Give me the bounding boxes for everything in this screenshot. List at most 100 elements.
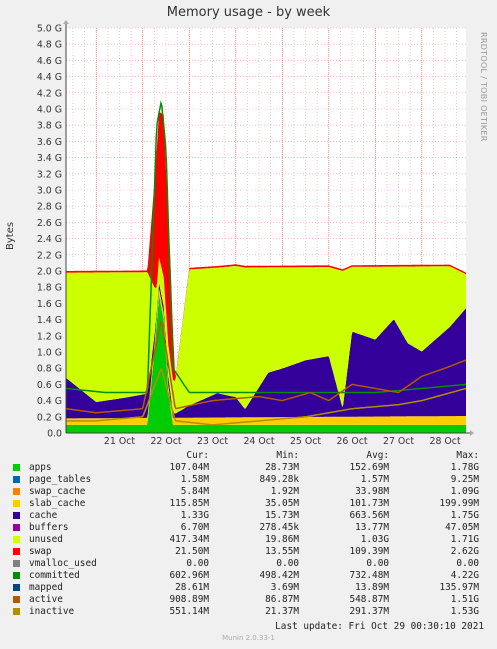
legend-name: swap <box>29 546 52 557</box>
legend-name: buffers <box>29 522 69 533</box>
y-tick-label: 2.0 G <box>37 267 62 278</box>
x-tick-label: 21 Oct <box>104 436 135 447</box>
memory-chart: 0.0 0.2 G 0.4 G 0.6 G 0.8 G 1.0 G 1.2 G 1.4 G 1.… <box>37 20 474 447</box>
legend-cur: 0.00 <box>186 558 209 569</box>
legend-avg: 663.56M <box>349 510 389 521</box>
legend-cur: 107.04M <box>169 462 209 473</box>
y-tick-label: 2.2 G <box>37 250 62 261</box>
legend-swatch <box>13 596 20 603</box>
y-tick-label: 3.2 G <box>37 169 62 180</box>
legend-max: 4.22G <box>450 570 479 581</box>
y-tick-label: 4.8 G <box>37 40 62 51</box>
legend-avg: 1.57M <box>360 474 389 485</box>
y-tick-label: 0.8 G <box>37 364 62 375</box>
y-tick-label: 0.0 <box>47 429 62 440</box>
legend-cur: 551.14M <box>169 606 209 617</box>
legend-name: unused <box>29 534 63 545</box>
legend-min: 19.86M <box>265 534 299 545</box>
legend-rows: apps 107.04M 28.73M 152.69M 1.78G page_tables… <box>8 462 490 618</box>
y-tick-label: 0.6 G <box>37 380 62 391</box>
legend-min: 28.73M <box>265 462 299 473</box>
legend-avg: 152.69M <box>349 462 389 473</box>
legend-header: . Cur: Min: Avg: Max: <box>8 450 490 462</box>
legend-cur: 1.33G <box>180 510 209 521</box>
legend-row: slab_cache 115.85M 35.05M 101.73M 199.99M <box>8 498 490 510</box>
legend-row: mapped 28.61M 3.69M 13.89M 135.97M <box>8 582 490 594</box>
last-update: Last update: Fri Oct 29 00:30:10 2021 <box>275 621 484 632</box>
y-axis-label: Bytes <box>5 221 16 250</box>
legend-row: committed 602.96M 498.42M 732.48M 4.22G <box>8 570 490 582</box>
legend-cur: 908.89M <box>169 594 209 605</box>
legend-name: active <box>29 594 63 605</box>
rrdtool-credit: RRDTOOL / TOBI OETIKER <box>479 32 488 142</box>
legend-swatch <box>13 608 20 615</box>
legend-swatch <box>13 488 20 495</box>
legend-min: 278.45k <box>259 522 299 533</box>
legend-header-max: Max: <box>456 450 479 461</box>
y-tick-label: 4.0 G <box>37 105 62 116</box>
legend-max: 9.25M <box>450 474 479 485</box>
legend-max: 1.09G <box>450 486 479 497</box>
legend-swatch <box>13 476 20 483</box>
legend-avg: 101.73M <box>349 498 389 509</box>
legend-cur: 417.34M <box>169 534 209 545</box>
x-tick-label: 22 Oct <box>150 436 181 447</box>
x-tick-label: 25 Oct <box>290 436 321 447</box>
legend-max: 47.05M <box>445 522 479 533</box>
legend-row: apps 107.04M 28.73M 152.69M 1.78G <box>8 462 490 474</box>
legend-avg: 109.39M <box>349 546 389 557</box>
legend-cur: 6.70M <box>180 522 209 533</box>
legend-avg: 291.37M <box>349 606 389 617</box>
legend-name: swap_cache <box>29 486 86 497</box>
legend-avg: 732.48M <box>349 570 389 581</box>
legend-avg: 548.87M <box>349 594 389 605</box>
legend-avg: 13.89M <box>355 582 389 593</box>
legend-min: 13.55M <box>265 546 299 557</box>
y-tick-label: 3.6 G <box>37 137 62 148</box>
legend-min: 0.00 <box>276 558 299 569</box>
legend-header-cur: Cur: <box>186 450 209 461</box>
legend-row: swap_cache 5.84M 1.92M 33.98M 1.09G <box>8 486 490 498</box>
y-axis-arrow <box>63 20 69 24</box>
legend-name: apps <box>29 462 52 473</box>
legend-cur: 28.61M <box>175 582 209 593</box>
legend-swatch <box>13 560 20 567</box>
y-tick-label: 2.4 G <box>37 234 62 245</box>
legend-table: . Cur: Min: Avg: Max: apps 107.04M 28.73M 1… <box>8 450 490 618</box>
legend-name: inactive <box>29 606 75 617</box>
x-tick-label: 28 Oct <box>430 436 461 447</box>
y-tick-label: 1.6 G <box>37 299 62 310</box>
legend-min: 35.05M <box>265 498 299 509</box>
legend-swatch <box>13 524 20 531</box>
legend-name: committed <box>29 570 80 581</box>
legend-avg: 13.77M <box>355 522 389 533</box>
legend-row: cache 1.33G 15.73M 663.56M 1.75G <box>8 510 490 522</box>
legend-max: 1.78G <box>450 462 479 473</box>
y-tick-label: 1.8 G <box>37 283 62 294</box>
legend-max: 1.75G <box>450 510 479 521</box>
legend-row: inactive 551.14M 21.37M 291.37M 1.53G <box>8 606 490 618</box>
legend-row: vmalloc_used 0.00 0.00 0.00 0.00 <box>8 558 490 570</box>
chart-title: Memory usage - by week <box>166 5 331 20</box>
x-tick-label: 27 Oct <box>383 436 414 447</box>
x-axis-arrow <box>470 430 474 436</box>
legend-row: page_tables 1.58M 849.28k 1.57M 9.25M <box>8 474 490 486</box>
legend-swatch <box>13 548 20 555</box>
legend-cur: 5.84M <box>180 486 209 497</box>
legend-min: 1.92M <box>270 486 299 497</box>
legend-row: unused 417.34M 19.86M 1.03G 1.71G <box>8 534 490 546</box>
legend-cur: 21.50M <box>175 546 209 557</box>
y-tick-label: 3.0 G <box>37 186 62 197</box>
y-tick-label: 2.8 G <box>37 202 62 213</box>
y-tick-label: 3.4 G <box>37 153 62 164</box>
legend-min: 15.73M <box>265 510 299 521</box>
legend-row: active 908.89M 86.87M 548.87M 1.51G <box>8 594 490 606</box>
y-tick-label: 0.2 G <box>37 412 62 423</box>
legend-max: 0.00 <box>456 558 479 569</box>
legend-swatch <box>13 536 20 543</box>
y-tick-label: 4.6 G <box>37 56 62 67</box>
y-tick-label: 1.2 G <box>37 331 62 342</box>
legend-name: mapped <box>29 582 63 593</box>
legend-swatch <box>13 584 20 591</box>
legend-row: swap 21.50M 13.55M 109.39M 2.62G <box>8 546 490 558</box>
